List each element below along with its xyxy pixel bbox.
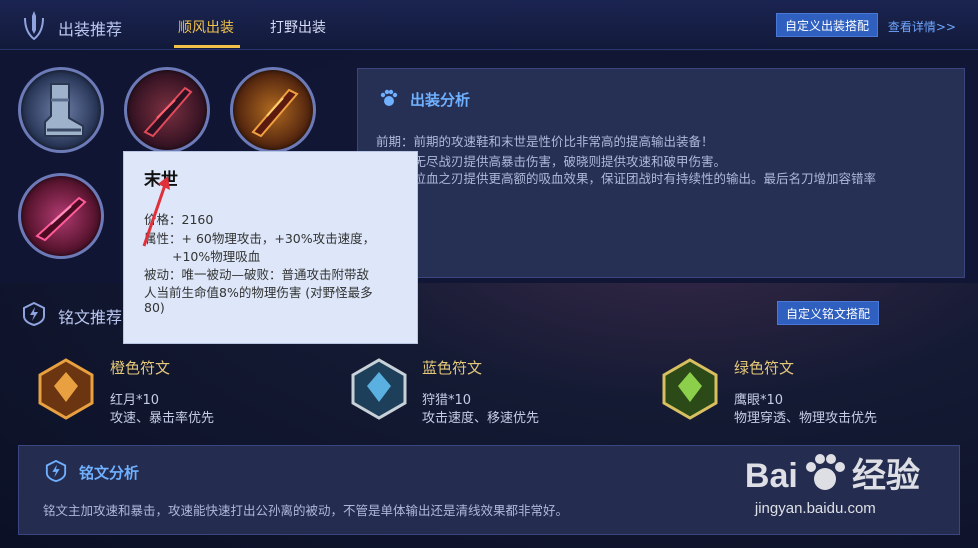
- sword-shield-icon: [24, 11, 44, 40]
- boots-item-icon: [44, 83, 84, 137]
- orange-rune-item: 红月*10: [110, 393, 160, 408]
- tooltip-passive-line3: 80): [144, 300, 165, 315]
- green-rune-name: 绿色符文: [734, 359, 795, 377]
- tooltip-attr-line1: 属性：+ 60物理攻击，+30%攻击速度，: [144, 231, 376, 246]
- watermark-brand: Bai: [744, 457, 798, 495]
- rune-analysis-title: 铭文分析: [79, 464, 140, 482]
- custom-rune-button[interactable]: 自定义铭文搭配: [777, 301, 880, 325]
- item-slot-3[interactable]: [230, 67, 316, 153]
- tab-jungle-build[interactable]: 打野出装: [270, 17, 326, 37]
- orange-rune-name: 橙色符文: [110, 359, 171, 377]
- view-details-link[interactable]: 查看详情>>: [888, 18, 956, 35]
- green-rune-desc: 物理穿透、物理攻击优先: [734, 411, 878, 426]
- watermark-url: jingyan.baidu.com: [754, 500, 876, 517]
- red-arrow-annotation: [142, 176, 170, 247]
- blue-rune-icon: [351, 358, 407, 420]
- equip-analysis-box: 出装分析 前期：前期的攻速鞋和末世是性价比非常高的提高输出装备！ 中期：无尽战刃…: [357, 68, 965, 278]
- watermark-brand-cn: 经验: [852, 457, 920, 495]
- storm-blade-icon: [251, 88, 299, 138]
- active-tab-indicator: [174, 45, 240, 48]
- baidu-jingyan-watermark: Bai 经验 jingyan.baidu.com: [744, 448, 920, 517]
- item-slot-4[interactable]: [18, 173, 104, 259]
- equip-analysis-title: 出装分析: [410, 91, 471, 109]
- bloodthirst-blade-icon: [35, 196, 87, 242]
- top-bar: 出装推荐 顺风出装 打野出装 自定义出装搭配 查看详情>>: [0, 0, 978, 50]
- rune-analysis-icon: [45, 460, 67, 482]
- tooltip-attr-line2-text: +10%物理吸血: [172, 249, 261, 264]
- blue-rune-item: 狩猎*10: [422, 393, 472, 408]
- item-slot-1[interactable]: [18, 67, 104, 153]
- green-rune-item: 鹰眼*10: [734, 393, 784, 408]
- doomsday-blade-icon: [143, 86, 193, 138]
- orange-rune-desc: 攻速、暴击率优先: [110, 411, 215, 426]
- blue-rune-name: 蓝色符文: [422, 359, 483, 377]
- item-slot-2[interactable]: [124, 67, 210, 153]
- tooltip-attr-line2: +10%物理吸血: [144, 246, 260, 265]
- orange-rune-icon: [38, 358, 94, 420]
- tooltip-passive-line1: 被动：唯一被动—破败：普通攻击附带敌: [144, 267, 370, 282]
- rune-shield-icon: [23, 302, 45, 326]
- green-rune-icon: [662, 358, 718, 420]
- tooltip-passive-line2: 人当前生命值8%的物理伤害 (对野怪最多: [144, 285, 373, 300]
- blue-rune-desc: 攻击速度、移速优先: [422, 411, 540, 426]
- tab-tailwind-build[interactable]: 顺风出装: [178, 17, 234, 37]
- equip-recommend-title: 出装推荐: [58, 20, 123, 39]
- item-tooltip: 末世 价格：2160 属性：+ 60物理攻击，+30%攻击速度， +10%物理吸…: [123, 151, 418, 344]
- analysis-late-game: 后期：泣血之刃提供更高额的吸血效果，保证团战时有持续性的输出。最后名刀增加容错率: [376, 171, 877, 186]
- rune-analysis-text: 铭文主加攻速和暴击，攻速能快速打出公孙离的被动，不管是单体输出还是清线效果都非常…: [43, 503, 569, 518]
- analysis-early-game: 前期：前期的攻速鞋和末世是性价比非常高的提高输出装备！: [376, 134, 714, 149]
- paw-logo-icon: [805, 454, 845, 490]
- rune-recommend-title: 铭文推荐: [58, 308, 123, 327]
- paw-icon: [380, 89, 398, 106]
- custom-equip-button[interactable]: 自定义出装搭配: [776, 13, 879, 37]
